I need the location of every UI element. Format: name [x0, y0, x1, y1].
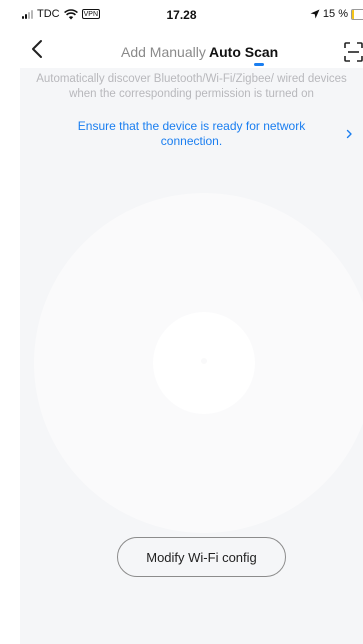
battery-level — [352, 9, 354, 19]
qr-scan-icon[interactable] — [344, 42, 363, 62]
device-ready-link[interactable]: Ensure that the device is ready for netw… — [20, 119, 363, 150]
tab-add-manually[interactable]: Add Manually — [121, 44, 206, 60]
scan-panel: Automatically discover Bluetooth/Wi-Fi/Z… — [20, 68, 363, 644]
chevron-right-icon — [346, 129, 352, 139]
chevron-left-icon[interactable] — [30, 38, 46, 60]
status-right: 15 % — [310, 8, 363, 20]
status-bar: TDC VPN 17.28 15 % — [0, 0, 363, 30]
modify-wifi-config-button[interactable]: Modify Wi-Fi config — [117, 537, 286, 577]
auto-scan-screen: TDC VPN 17.28 15 % Add Manually Auto Sca… — [0, 0, 363, 644]
tab-auto-scan[interactable]: Auto Scan — [209, 44, 278, 60]
radar-center-dot — [201, 358, 207, 364]
device-ready-text: Ensure that the device is ready for netw… — [77, 119, 306, 148]
scan-description: Automatically discover Bluetooth/Wi-Fi/Z… — [36, 73, 347, 100]
battery-icon — [351, 8, 363, 20]
nav-bar: Add Manually Auto Scan — [0, 30, 363, 68]
battery-percentage: 15 % — [322, 8, 348, 20]
location-arrow-icon — [310, 9, 320, 19]
active-tab-indicator — [254, 63, 264, 66]
status-time: 17.28 — [166, 8, 197, 22]
